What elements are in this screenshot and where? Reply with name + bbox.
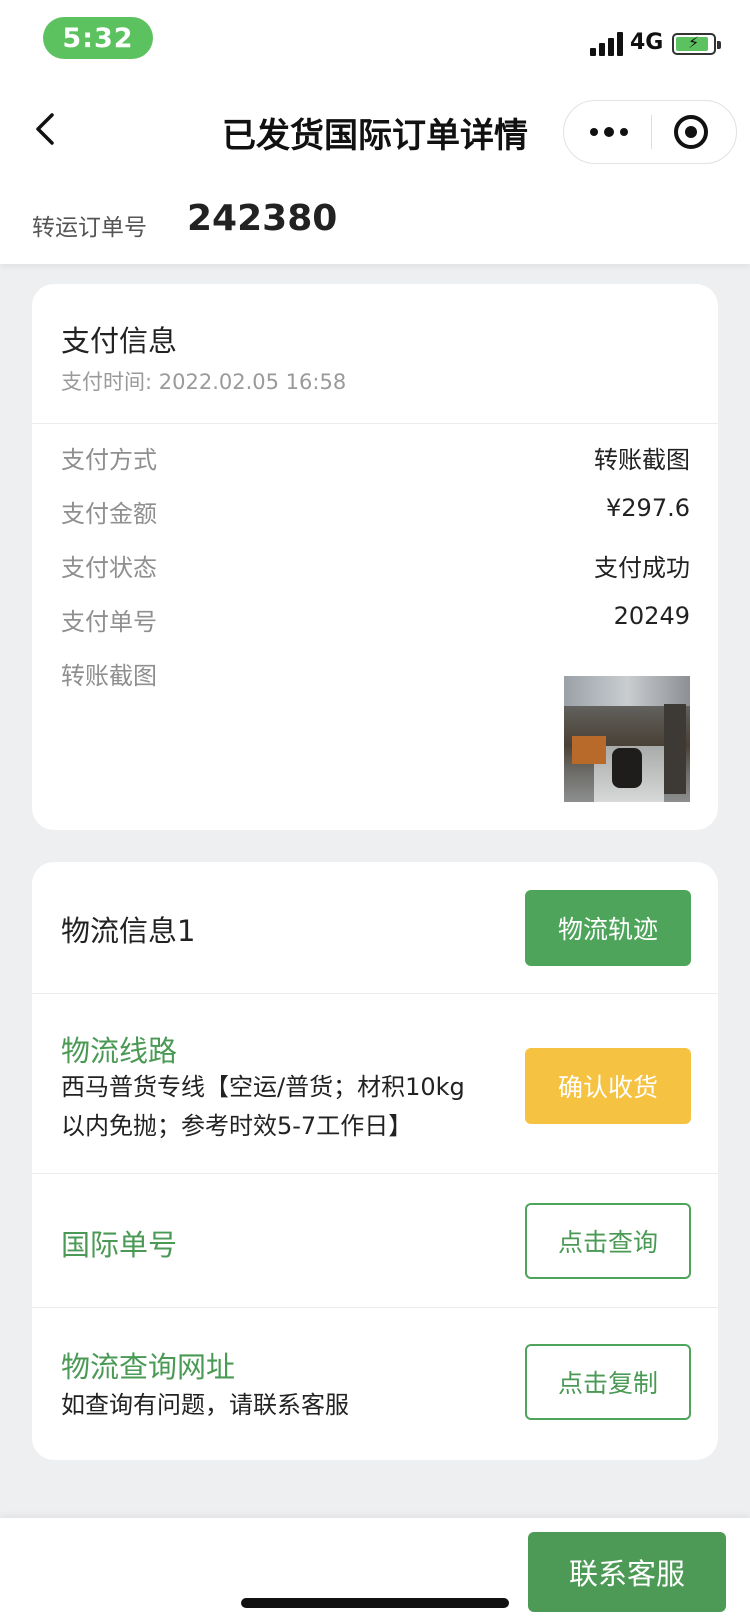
payment-number-row: 支付单号 20249	[61, 602, 690, 642]
payment-title: 支付信息	[61, 324, 178, 358]
logistics-info-card: 物流信息1 物流轨迹 物流线路 西马普货专线【空运/普货；材积10kg 以内免抛…	[32, 862, 718, 1460]
mini-program-capsule	[563, 100, 737, 164]
logistics-title: 物流信息1	[61, 914, 196, 948]
payment-status-label: 支付状态	[61, 554, 157, 582]
status-bar: 5:32 4G ⚡	[0, 0, 750, 80]
target-circle-icon[interactable]	[674, 115, 708, 149]
query-url-title: 物流查询网址	[61, 1350, 236, 1384]
home-indicator	[241, 1598, 509, 1608]
logistics-track-button[interactable]: 物流轨迹	[525, 890, 691, 966]
signal-icon	[590, 32, 624, 56]
route-title: 物流线路	[61, 1034, 178, 1068]
more-dots-icon[interactable]	[590, 101, 650, 163]
contact-service-button[interactable]: 联系客服	[528, 1532, 726, 1612]
payment-number-label: 支付单号	[61, 608, 157, 636]
payment-number-value: 20249	[613, 602, 690, 630]
confirm-receipt-button[interactable]: 确认收货	[525, 1048, 691, 1124]
route-description-line1: 西马普货专线【空运/普货；材积10kg	[61, 1073, 465, 1101]
transfer-screenshot-thumbnail[interactable]	[564, 676, 690, 802]
international-number-section: 国际单号 点击查询	[32, 1174, 718, 1308]
payment-method-label: 支付方式	[61, 446, 157, 474]
query-url-section: 物流查询网址 如查询有问题，请联系客服 点击复制	[32, 1308, 718, 1460]
battery-icon: ⚡	[672, 33, 721, 55]
payment-method-value: 转账截图	[594, 446, 690, 474]
navigation-bar: 已发货国际订单详情	[0, 80, 750, 180]
payment-amount-row: 支付金额 ¥297.6	[61, 494, 690, 534]
payment-info-card: 支付信息 支付时间: 2022.02.05 16:58 支付方式 转账截图 支付…	[32, 284, 718, 830]
transfer-screenshot-label: 转账截图	[61, 662, 157, 690]
route-description-line2: 以内免抛；参考时效5-7工作日】	[61, 1112, 413, 1140]
payment-status-value: 支付成功	[594, 554, 690, 582]
order-number-label: 转运订单号	[32, 215, 147, 241]
order-number-row: 转运订单号 242380	[0, 180, 750, 264]
payment-time: 支付时间: 2022.02.05 16:58	[61, 370, 347, 394]
query-button[interactable]: 点击查询	[525, 1203, 691, 1279]
status-time: 5:32	[43, 17, 153, 59]
payment-status-row: 支付状态 支付成功	[61, 548, 690, 588]
network-type: 4G	[630, 30, 664, 55]
payment-header: 支付信息 支付时间: 2022.02.05 16:58	[32, 284, 718, 424]
payment-amount-label: 支付金额	[61, 500, 157, 528]
query-url-note: 如查询有问题，请联系客服	[61, 1391, 349, 1419]
capsule-divider	[651, 115, 652, 149]
logistics-route-section: 物流线路 西马普货专线【空运/普货；材积10kg 以内免抛；参考时效5-7工作日…	[32, 994, 718, 1174]
international-number-title: 国际单号	[61, 1228, 178, 1262]
copy-button[interactable]: 点击复制	[525, 1344, 691, 1420]
bottom-action-bar: 联系客服	[0, 1518, 750, 1624]
order-number-value: 242380	[187, 198, 338, 239]
logistics-header-section: 物流信息1 物流轨迹	[32, 862, 718, 994]
payment-method-row: 支付方式 转账截图	[61, 440, 690, 480]
payment-amount-value: ¥297.6	[606, 494, 690, 522]
